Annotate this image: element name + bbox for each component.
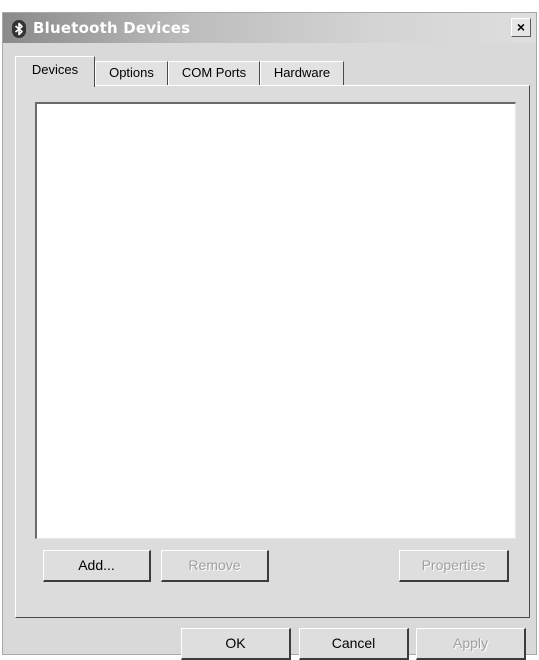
window-title: Bluetooth Devices <box>33 19 191 37</box>
ok-button-label: OK <box>225 635 246 651</box>
apply-button[interactable]: Apply <box>416 628 526 660</box>
tab-options-label: Options <box>109 65 154 80</box>
tab-devices[interactable]: Devices <box>15 56 95 87</box>
title-bar[interactable]: Bluetooth Devices × <box>3 13 536 43</box>
remove-button-label: Remove <box>188 557 241 573</box>
bluetooth-icon <box>12 20 26 38</box>
ok-button[interactable]: OK <box>181 628 291 660</box>
add-button[interactable]: Add... <box>43 550 151 582</box>
tab-hardware-label: Hardware <box>273 65 331 80</box>
cancel-button[interactable]: Cancel <box>299 628 409 660</box>
device-list[interactable] <box>35 102 516 539</box>
tab-options[interactable]: Options <box>95 61 168 85</box>
close-button[interactable]: × <box>511 18 531 37</box>
tab-com-ports-label: COM Ports <box>181 65 247 80</box>
tab-devices-label: Devices <box>31 62 79 77</box>
remove-button[interactable]: Remove <box>161 550 269 582</box>
add-button-label: Add... <box>78 557 115 573</box>
apply-button-label: Apply <box>452 635 489 651</box>
bluetooth-devices-window: Bluetooth Devices × Devices Options COM … <box>2 12 537 660</box>
properties-button-label: Properties <box>421 557 486 573</box>
tab-strip: Devices Options COM Ports Hardware <box>15 56 415 87</box>
close-icon: × <box>516 19 526 35</box>
cancel-button-label: Cancel <box>331 635 376 651</box>
tab-hardware[interactable]: Hardware <box>260 61 344 85</box>
properties-button[interactable]: Properties <box>399 550 509 582</box>
tab-com-ports[interactable]: COM Ports <box>168 61 260 85</box>
